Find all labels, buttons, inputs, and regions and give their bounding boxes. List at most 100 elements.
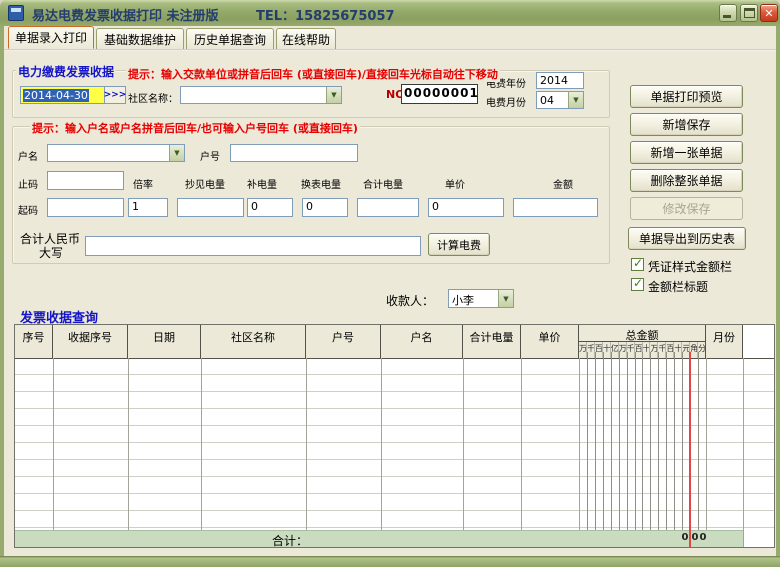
amount-title-checkbox-label: 金额栏标题	[648, 278, 708, 295]
close-button[interactable]: ✕	[760, 4, 778, 22]
grid-line	[521, 358, 522, 547]
col-header-account-name: 户名	[381, 325, 463, 358]
query-caption: 发票收据查询	[18, 307, 100, 326]
chevron-down-icon[interactable]: ▼	[169, 145, 184, 161]
chevron-down-icon[interactable]: ▼	[568, 92, 583, 108]
total-jiao-digit: 0	[691, 532, 699, 543]
grid-line	[706, 358, 707, 547]
voucher-style-checkbox[interactable]: ✓	[631, 258, 644, 271]
maximize-icon	[744, 8, 755, 18]
rmb-caps-label-line2: 大写	[20, 244, 82, 261]
fee-year-field[interactable]: 2014	[536, 72, 584, 89]
amount-grid-line	[611, 352, 612, 547]
modify-save-button: 修改保存	[630, 197, 743, 220]
meter-change-label: 换表电量	[301, 176, 341, 191]
start-code-field[interactable]	[47, 198, 124, 217]
window-tel: TEL：15825675057	[256, 5, 395, 24]
community-label: 社区名称：	[128, 90, 178, 105]
calculate-fee-button[interactable]: 计算电费	[428, 233, 490, 256]
tab-receipt-entry-print[interactable]: 单据录入打印	[8, 26, 94, 49]
amount-grid-line	[587, 352, 588, 547]
title-bar: 易达电费发票收据打印 未注册版 TEL：15825675057 ✕	[0, 0, 780, 26]
amount-grid-line	[666, 352, 667, 547]
export-history-button[interactable]: 单据导出到历史表	[628, 227, 746, 250]
supplement-label: 补电量	[247, 176, 277, 191]
table-total-row: 合计：	[15, 530, 743, 547]
digit-col: 百	[595, 342, 603, 358]
col-header-total-kwh: 合计电量	[463, 325, 521, 358]
voucher-style-checkbox-label: 凭证样式金额栏	[648, 258, 732, 275]
query-table[interactable]: 序号 收据序号 日期 社区名称 户号 户名 合计电量 单价 总金额 万 千 百 …	[14, 324, 775, 548]
check-icon: ✓	[633, 256, 643, 270]
grid-line	[579, 358, 580, 547]
amount-grid-line	[603, 352, 604, 547]
amount-grid-line	[658, 352, 659, 547]
receipt-no-field[interactable]: 00000001	[401, 84, 478, 104]
add-save-button[interactable]: 新增保存	[630, 113, 743, 136]
new-receipt-button[interactable]: 新增一张单据	[630, 141, 743, 164]
col-header-account-no: 户号	[306, 325, 381, 358]
tab-base-data-maintenance[interactable]: 基础数据维护	[96, 28, 184, 49]
date-field[interactable]: 2014-04-30	[20, 86, 105, 104]
amount-grid-line	[619, 352, 620, 547]
supplement-field[interactable]: 0	[247, 198, 293, 217]
community-combo[interactable]: ▼	[180, 86, 342, 104]
fee-month-value: 04	[540, 94, 554, 107]
rmb-caps-field[interactable]	[85, 236, 421, 256]
date-expand-button[interactable]: >>>	[104, 86, 126, 104]
maximize-button[interactable]	[740, 4, 758, 22]
digit-col: 千	[587, 342, 595, 358]
print-preview-button[interactable]: 单据打印预览	[630, 85, 743, 108]
col-header-month: 月份	[706, 325, 743, 358]
stop-code-field[interactable]	[47, 171, 124, 190]
meter-change-field[interactable]: 0	[302, 198, 348, 217]
reading-field[interactable]	[177, 198, 244, 217]
grid-line	[53, 358, 54, 547]
close-icon: ✕	[764, 7, 773, 20]
tab-divider	[4, 49, 776, 51]
total-label: 合计：	[272, 532, 308, 549]
amount-grid-line	[635, 352, 636, 547]
tab-label: 在线帮助	[282, 31, 330, 48]
tab-online-help[interactable]: 在线帮助	[276, 28, 336, 49]
digit-col: 万	[579, 342, 587, 358]
minimize-button[interactable]	[719, 4, 737, 22]
payee-value: 小李	[452, 292, 474, 308]
delete-receipt-button[interactable]: 删除整张单据	[630, 169, 743, 192]
amount-grid-line	[595, 352, 596, 547]
stop-code-label: 止码	[18, 176, 38, 191]
multiplier-field[interactable]: 1	[128, 198, 168, 217]
amount-title-checkbox[interactable]: ✓	[631, 278, 644, 291]
chevron-down-icon[interactable]: ▼	[498, 290, 513, 307]
digit-col: 十	[603, 342, 611, 358]
check-icon: ✓	[633, 276, 643, 290]
total-kwh-label: 合计电量	[363, 176, 403, 191]
col-header-unit-price: 单价	[521, 325, 579, 358]
amount-field[interactable]	[513, 198, 598, 217]
community-hint: 提示：输入交款单位或拼音后回车 (或直接回车)/直接回车光标自动往下移动	[126, 66, 500, 82]
account-name-combo[interactable]: ▼	[47, 144, 185, 162]
start-code-label: 起码	[18, 202, 38, 217]
account-no-entry-field[interactable]	[230, 144, 358, 162]
amount-grid-line	[627, 352, 628, 547]
total-yuan-digit: 0	[681, 532, 689, 543]
account-name-label: 户名	[18, 148, 38, 163]
unit-price-label: 单价	[445, 176, 465, 191]
col-header-seq: 序号	[15, 325, 53, 358]
fee-month-combo[interactable]: 04 ▼	[536, 91, 584, 109]
fee-month-label: 电费月份	[486, 94, 526, 109]
unit-price-field[interactable]: 0	[428, 198, 504, 217]
reading-label: 抄见电量	[185, 176, 225, 191]
chevron-down-icon[interactable]: ▼	[326, 87, 341, 103]
total-kwh-field[interactable]	[357, 198, 419, 217]
minimize-icon	[723, 15, 731, 18]
amount-grid-line	[642, 352, 643, 547]
receipt-frame-caption: 电力缴费发票收据	[16, 63, 116, 80]
payee-combo[interactable]: 小李 ▼	[448, 289, 514, 308]
tab-history-query[interactable]: 历史单据查询	[186, 28, 274, 49]
app-window: 易达电费发票收据打印 未注册版 TEL：15825675057 ✕ 单据录入打印…	[0, 0, 780, 567]
amount-grid-line	[650, 352, 651, 547]
multiplier-label: 倍率	[133, 176, 153, 191]
payee-label: 收款人：	[386, 292, 434, 309]
amount-grid-line	[674, 352, 675, 547]
